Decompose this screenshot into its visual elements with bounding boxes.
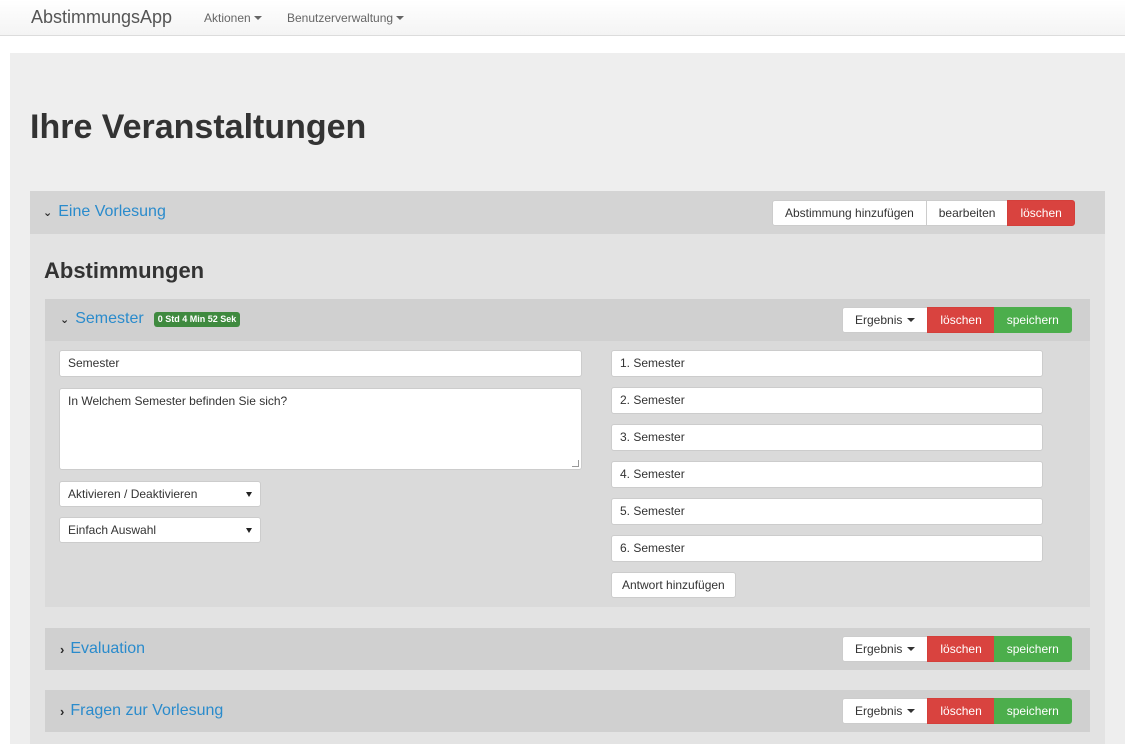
poll-title: Evaluation (70, 640, 146, 657)
save-poll-button[interactable]: speichern (993, 636, 1072, 662)
polls-section-title: Abstimmungen (44, 258, 205, 283)
page-title: Ihre Veranstaltungen (30, 108, 367, 146)
answer-input[interactable]: 6. Semester (611, 535, 1043, 562)
poll-title-link[interactable]: › Fragen zur Vorlesung (60, 702, 223, 720)
answer-input[interactable]: 3. Semester (611, 424, 1043, 451)
timer-badge: 0 Std 4 Min 52 Sek (153, 311, 241, 327)
result-label: Ergebnis (855, 704, 903, 718)
edit-event-button[interactable]: bearbeiten (925, 200, 1009, 226)
poll-name-input[interactable]: Semester (59, 350, 582, 377)
add-poll-button[interactable]: Abstimmung hinzufügen (772, 200, 927, 226)
poll-panel-header: ⌄ Semester 0 Std 4 Min 52 Sek Ergebnis l… (45, 299, 1090, 341)
poll-type-select[interactable]: Einfach Auswahl (59, 517, 261, 543)
answer-input[interactable]: 4. Semester (611, 461, 1043, 488)
status-select-value: Aktivieren / Deaktivieren (68, 487, 198, 501)
save-poll-button[interactable]: speichern (993, 307, 1072, 333)
nav-menu-label: Benutzerverwaltung (287, 11, 394, 25)
poll-panel-semester: ⌄ Semester 0 Std 4 Min 52 Sek Ergebnis l… (45, 299, 1090, 607)
poll-panel-fragen: › Fragen zur Vorlesung Ergebnis löschen … (45, 690, 1090, 732)
add-answer-button[interactable]: Antwort hinzufügen (611, 572, 736, 598)
answer-input[interactable]: 2. Semester (611, 387, 1043, 414)
delete-poll-button[interactable]: löschen (927, 698, 995, 724)
select-arrow-icon (246, 492, 252, 497)
nav-menu-benutzerverwaltung[interactable]: Benutzerverwaltung (287, 11, 405, 25)
event-title: Eine Vorlesung (58, 203, 166, 220)
poll-panel-evaluation: › Evaluation Ergebnis löschen speichern (45, 628, 1090, 670)
poll-question-text: In Welchem Semester befinden Sie sich? (68, 394, 288, 408)
event-title-link[interactable]: ⌄ Eine Vorlesung (43, 203, 166, 221)
navbar: AbstimmungsApp Aktionen Benutzerverwaltu… (0, 0, 1125, 36)
save-poll-button[interactable]: speichern (993, 698, 1072, 724)
caret-down-icon (907, 318, 916, 322)
chevron-down-icon: ⌄ (43, 206, 53, 219)
delete-poll-button[interactable]: löschen (927, 307, 995, 333)
chevron-down-icon: ⌄ (60, 313, 70, 326)
caret-down-icon (907, 709, 916, 713)
poll-title: Semester (75, 310, 144, 327)
poll-question-textarea[interactable]: In Welchem Semester befinden Sie sich? (59, 388, 582, 470)
chevron-right-icon: › (60, 641, 65, 657)
result-dropdown-button[interactable]: Ergebnis (842, 307, 929, 333)
chevron-right-icon: › (60, 703, 65, 719)
poll-button-group: Ergebnis löschen speichern (842, 636, 1072, 662)
poll-button-group: Ergebnis löschen speichern (842, 698, 1072, 724)
result-label: Ergebnis (855, 313, 903, 327)
result-dropdown-button[interactable]: Ergebnis (842, 636, 929, 662)
poll-type-select-value: Einfach Auswahl (68, 523, 157, 537)
delete-event-button[interactable]: löschen (1007, 200, 1075, 226)
delete-poll-button[interactable]: löschen (927, 636, 995, 662)
caret-down-icon (396, 16, 405, 20)
select-arrow-icon (246, 528, 252, 533)
result-dropdown-button[interactable]: Ergebnis (842, 698, 929, 724)
nav-menu-aktionen[interactable]: Aktionen (204, 11, 262, 25)
event-panel: ⌄ Eine Vorlesung Abstimmung hinzufügen b… (30, 191, 1105, 744)
result-label: Ergebnis (855, 642, 903, 656)
status-select[interactable]: Aktivieren / Deaktivieren (59, 481, 261, 507)
brand-link[interactable]: AbstimmungsApp (31, 7, 172, 28)
answer-input[interactable]: 5. Semester (611, 498, 1043, 525)
poll-panel-header: › Fragen zur Vorlesung Ergebnis löschen … (45, 690, 1090, 732)
poll-button-group: Ergebnis löschen speichern (842, 307, 1072, 333)
poll-title: Fragen zur Vorlesung (70, 702, 224, 719)
nav-menu-label: Aktionen (204, 11, 251, 25)
event-panel-header: ⌄ Eine Vorlesung Abstimmung hinzufügen b… (30, 191, 1105, 234)
poll-title-link[interactable]: › Evaluation (60, 640, 145, 658)
caret-down-icon (907, 647, 916, 651)
poll-title-link[interactable]: ⌄ Semester 0 Std 4 Min 52 Sek (60, 310, 241, 328)
caret-down-icon (253, 16, 262, 20)
event-button-group: Abstimmung hinzufügen bearbeiten löschen (772, 200, 1075, 226)
poll-panel-header: › Evaluation Ergebnis löschen speichern (45, 628, 1090, 670)
resize-grip-icon[interactable] (572, 460, 579, 467)
answer-input[interactable]: 1. Semester (611, 350, 1043, 377)
